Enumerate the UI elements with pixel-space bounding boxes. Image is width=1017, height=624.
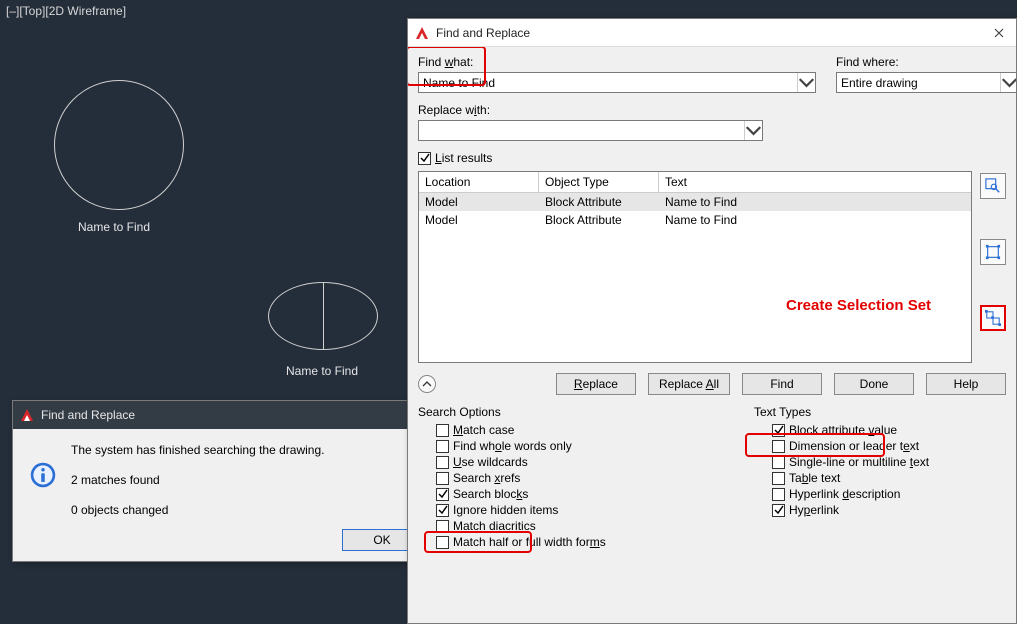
ignore-hidden-checkbox[interactable]: Ignore hidden items	[436, 503, 724, 517]
cell-objtype: Block Attribute	[539, 193, 659, 211]
done-button[interactable]: Done	[834, 373, 914, 395]
block-attribute-text-2: Name to Find	[286, 364, 358, 378]
dialog-title: Find and Replace	[41, 408, 398, 422]
drawn-circle	[54, 80, 184, 210]
zoom-to-result-button[interactable]	[980, 173, 1006, 199]
viewport-label[interactable]: [–][Top][2D Wireframe]	[6, 4, 126, 18]
results-list[interactable]: Location Object Type Text Model Block At…	[418, 171, 972, 363]
find-what-label: Find what:	[418, 55, 816, 69]
fr-title: Find and Replace	[436, 26, 982, 40]
replace-with-input[interactable]	[418, 120, 763, 141]
chevron-down-icon[interactable]	[744, 121, 762, 140]
col-objtype[interactable]: Object Type	[539, 172, 659, 193]
msg-line-1: The system has finished searching the dr…	[71, 443, 324, 457]
replace-button[interactable]: Replace	[556, 373, 636, 395]
search-options-title: Search Options	[418, 405, 724, 419]
hyperlink-description-checkbox[interactable]: Hyperlink description	[772, 487, 1006, 501]
chevron-down-icon[interactable]	[1000, 73, 1016, 92]
block-attribute-value-checkbox[interactable]: Block attribute value	[772, 423, 1006, 437]
help-button[interactable]: Help	[926, 373, 1006, 395]
app-icon	[19, 407, 35, 423]
search-blocks-checkbox[interactable]: Search blocks	[436, 487, 724, 501]
find-what-input[interactable]	[418, 72, 816, 93]
results-header: Location Object Type Text	[419, 172, 971, 193]
hyperlink-checkbox[interactable]: Hyperlink	[772, 503, 1006, 517]
app-icon	[414, 25, 430, 41]
match-case-checkbox[interactable]: Match case	[436, 423, 724, 437]
info-icon	[29, 461, 57, 489]
chevron-down-icon[interactable]	[797, 73, 815, 92]
text-types-title: Text Types	[754, 405, 1006, 419]
results-row[interactable]: Model Block Attribute Name to Find	[419, 193, 971, 211]
list-results-checkbox[interactable]: List results	[418, 151, 1006, 165]
single-multiline-text-checkbox[interactable]: Single-line or multiline text	[772, 455, 1006, 469]
col-location[interactable]: Location	[419, 172, 539, 193]
msg-line-3: 0 objects changed	[71, 503, 324, 517]
cell-location: Model	[419, 211, 539, 229]
ellipse-axis	[323, 282, 324, 350]
find-where-label: Find where:	[836, 55, 1006, 69]
replace-with-label: Replace with:	[418, 103, 763, 117]
msg-line-2: 2 matches found	[71, 473, 324, 487]
find-what-field[interactable]	[419, 73, 797, 92]
cell-location: Model	[419, 193, 539, 211]
use-wildcards-checkbox[interactable]: Use wildcards	[436, 455, 724, 469]
find-button[interactable]: Find	[742, 373, 822, 395]
replace-all-button[interactable]: Replace All	[648, 373, 730, 395]
find-where-select[interactable]	[836, 72, 1016, 93]
close-icon[interactable]	[988, 22, 1010, 44]
cell-objtype: Block Attribute	[539, 211, 659, 229]
create-selection-set-button[interactable]	[980, 305, 1006, 331]
search-complete-dialog: Find and Replace The system has finished…	[12, 400, 433, 562]
find-replace-dialog: Find and Replace Find what: Find where:	[407, 18, 1017, 624]
find-where-field[interactable]	[837, 73, 1000, 92]
whole-words-checkbox[interactable]: Find whole words only	[436, 439, 724, 453]
highlight-result-button[interactable]	[980, 239, 1006, 265]
dialog-titlebar[interactable]: Find and Replace	[13, 401, 432, 429]
dimension-text-checkbox[interactable]: Dimension or leader text	[772, 439, 1006, 453]
results-row[interactable]: Model Block Attribute Name to Find	[419, 211, 971, 229]
match-diacritics-checkbox[interactable]: Match diacritics	[436, 519, 724, 533]
table-text-checkbox[interactable]: Table text	[772, 471, 1006, 485]
cell-text: Name to Find	[659, 211, 971, 229]
replace-with-field[interactable]	[419, 121, 744, 140]
half-full-width-checkbox[interactable]: Match half or full width forms	[436, 535, 724, 549]
fr-titlebar[interactable]: Find and Replace	[408, 19, 1016, 47]
cell-text: Name to Find	[659, 193, 971, 211]
collapse-options-toggle[interactable]	[418, 375, 436, 393]
col-text[interactable]: Text	[659, 172, 971, 193]
block-attribute-text-1: Name to Find	[78, 220, 150, 234]
search-xrefs-checkbox[interactable]: Search xrefs	[436, 471, 724, 485]
